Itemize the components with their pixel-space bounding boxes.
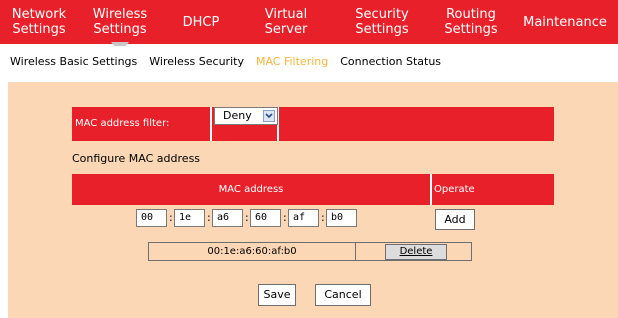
mac-table-header: MAC address Operate <box>72 174 554 205</box>
mac-octet-input-1[interactable]: 00 <box>136 209 167 227</box>
subnav-connection-status[interactable]: Connection Status <box>340 55 441 68</box>
divider <box>430 174 432 205</box>
subnav-wireless-security[interactable]: Wireless Security <box>149 55 244 68</box>
nav-network-settings[interactable]: Network Settings <box>6 0 72 44</box>
delete-mac-button[interactable]: Delete <box>385 244 447 260</box>
cancel-button[interactable]: Cancel <box>315 284 371 306</box>
colon-separator: : <box>245 211 249 224</box>
add-mac-button[interactable]: Add <box>435 209 475 230</box>
nav-routing-settings[interactable]: Routing Settings <box>426 0 516 44</box>
mac-octet-input-5[interactable]: af <box>288 209 319 227</box>
divider <box>210 107 212 141</box>
save-button[interactable]: Save <box>258 284 296 306</box>
nav-wireless-settings[interactable]: Wireless Settings <box>72 0 168 52</box>
mac-entry-row: 00:1e:a6:60:af:b0 Delete <box>148 242 472 261</box>
colon-separator: : <box>283 211 287 224</box>
mac-octet-input-4[interactable]: 60 <box>250 209 281 227</box>
colon-separator: : <box>321 211 325 224</box>
colon-separator: : <box>207 211 211 224</box>
mac-filter-selected-value: Deny <box>223 109 252 122</box>
configure-mac-label: Configure MAC address <box>72 152 201 165</box>
sub-navigation: Wireless Basic Settings Wireless Securit… <box>0 46 618 76</box>
mac-filter-label: MAC address filter: <box>75 118 170 129</box>
nav-security-settings[interactable]: Security Settings <box>338 0 426 44</box>
chevron-down-icon <box>263 110 275 122</box>
nav-maintenance[interactable]: Maintenance <box>516 0 614 44</box>
mac-filter-bar: MAC address filter: <box>72 107 554 141</box>
nav-dhcp[interactable]: DHCP <box>168 0 234 44</box>
nav-virtual-server[interactable]: Virtual Server <box>234 0 338 44</box>
mac-filter-select[interactable]: Deny <box>214 107 278 125</box>
mac-octet-input-6[interactable]: b0 <box>326 209 357 227</box>
subnav-wireless-basic-settings[interactable]: Wireless Basic Settings <box>10 55 137 68</box>
mac-address-header: MAC address <box>218 184 284 195</box>
subnav-mac-filtering[interactable]: MAC Filtering <box>256 55 328 68</box>
content-panel: MAC address filter: Deny Configure MAC a… <box>8 82 618 318</box>
operate-header: Operate <box>434 184 475 195</box>
mac-octet-input-3[interactable]: a6 <box>212 209 243 227</box>
mac-entry-value: 00:1e:a6:60:af:b0 <box>149 243 356 260</box>
colon-separator: : <box>169 211 173 224</box>
top-navigation: Network Settings Wireless Settings DHCP … <box>0 0 618 52</box>
mac-octet-input-2[interactable]: 1e <box>174 209 205 227</box>
